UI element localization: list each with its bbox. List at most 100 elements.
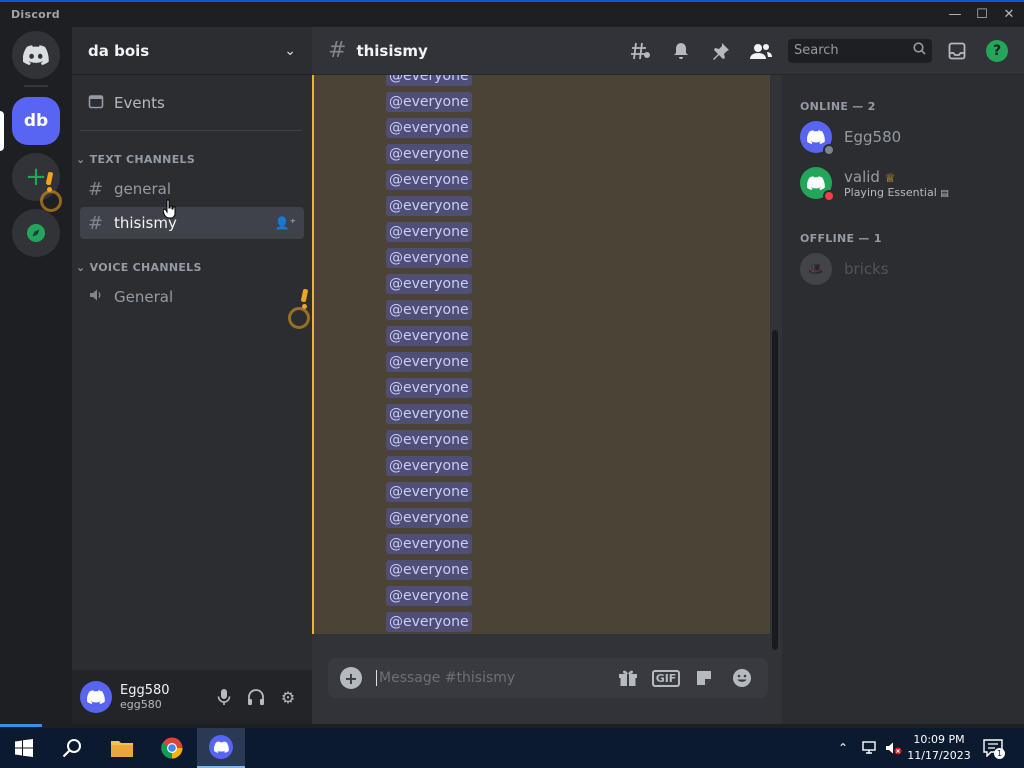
message-list[interactable]: @everyone @everyone @everyone @everyone @eve…	[312, 75, 770, 634]
chrome-button[interactable]	[148, 728, 196, 768]
everyone-mention[interactable]: @everyone	[386, 534, 472, 554]
file-explorer-button[interactable]	[98, 728, 146, 768]
online-header: ONLINE — 2	[800, 100, 876, 113]
add-attachment-icon[interactable]: +	[340, 667, 362, 689]
member-name: bricks	[844, 260, 889, 278]
window-title: Discord	[11, 8, 60, 21]
everyone-mention[interactable]: @everyone	[386, 222, 472, 242]
everyone-mention[interactable]: @everyone	[386, 326, 472, 346]
everyone-mention[interactable]: @everyone	[386, 352, 472, 372]
volume-muted-icon[interactable]	[885, 728, 903, 768]
text-channels-category[interactable]: ⌄ TEXT CHANNELS	[76, 153, 195, 166]
everyone-mention[interactable]: @everyone	[386, 430, 472, 450]
channel-sidebar: da bois ⌄ Events ⌄ TEXT CHANNELS # gener…	[72, 27, 312, 724]
notifications-icon[interactable]: 1	[983, 728, 1005, 768]
user-display-name: Egg580	[120, 683, 170, 698]
chrome-icon	[161, 737, 183, 759]
server-da-bois[interactable]: db	[12, 97, 60, 145]
message-input[interactable]: Message #thisismy	[376, 670, 604, 686]
everyone-mention[interactable]: @everyone	[386, 248, 472, 268]
voice-channel-general[interactable]: General	[80, 281, 304, 313]
member-bricks[interactable]: 🎩 bricks	[800, 249, 1020, 289]
member-egg580[interactable]: Egg580	[800, 117, 1020, 157]
headphones-icon[interactable]	[240, 681, 272, 713]
list-item: @everyone	[386, 169, 472, 190]
channel-general[interactable]: # general	[80, 173, 304, 205]
everyone-mention[interactable]: @everyone	[386, 274, 472, 294]
user-info[interactable]: Egg580 egg580	[120, 683, 208, 711]
avatar	[800, 167, 835, 202]
chat-scrollbar[interactable]	[772, 330, 778, 650]
status-badge	[823, 190, 835, 202]
discord-logo-icon	[23, 45, 49, 65]
everyone-mention[interactable]: @everyone	[386, 508, 472, 528]
hash-icon: #	[328, 38, 347, 63]
everyone-mention[interactable]: @everyone	[386, 378, 472, 398]
tray-chevron-up-icon[interactable]: ⌃	[838, 728, 848, 768]
pin-icon[interactable]	[706, 39, 736, 63]
list-item: @everyone	[386, 221, 472, 242]
member-valid[interactable]: valid ♕ Playing Essential ▤	[800, 163, 1020, 203]
member-list-icon[interactable]	[746, 39, 776, 63]
everyone-mention[interactable]: @everyone	[386, 144, 472, 164]
offline-header: OFFLINE — 1	[800, 232, 882, 245]
list-item: @everyone	[386, 247, 472, 268]
gift-icon[interactable]	[614, 666, 642, 690]
everyone-mention[interactable]: @everyone	[386, 196, 472, 216]
search-input[interactable]: Search	[788, 38, 932, 63]
hash-icon: #	[88, 212, 104, 234]
invite-user-icon[interactable]: 👤⁺	[275, 216, 296, 230]
everyone-mention[interactable]: @everyone	[386, 456, 472, 476]
system-clock[interactable]: 10:09 PM 11/17/2023	[905, 732, 973, 764]
discord-logo-icon	[87, 690, 105, 704]
everyone-mention[interactable]: @everyone	[386, 92, 472, 112]
everyone-mention[interactable]: @everyone	[386, 612, 472, 632]
threads-icon[interactable]	[626, 39, 656, 63]
help-icon[interactable]: ?	[986, 39, 1008, 62]
everyone-mention[interactable]: @everyone	[386, 560, 472, 580]
search-taskbar-button[interactable]	[48, 728, 96, 768]
search-placeholder: Search	[794, 43, 839, 58]
guild-header[interactable]: da bois ⌄	[72, 27, 312, 75]
everyone-mention[interactable]: @everyone	[386, 482, 472, 502]
everyone-mention[interactable]: @everyone	[386, 300, 472, 320]
windows-logo-icon	[15, 739, 33, 757]
emoji-icon[interactable]	[728, 666, 756, 690]
home-button[interactable]	[12, 31, 60, 79]
events-item[interactable]: Events	[80, 87, 304, 119]
maximize-button[interactable]: ☐	[972, 5, 992, 25]
hat-icon: 🎩	[807, 261, 825, 277]
everyone-mention[interactable]: @everyone	[386, 170, 472, 190]
explore-servers-button[interactable]	[12, 209, 60, 257]
gif-button[interactable]: GIF	[651, 666, 681, 690]
gear-icon[interactable]: ⚙	[272, 681, 304, 713]
inbox-icon[interactable]	[942, 39, 972, 63]
everyone-mention[interactable]: @everyone	[386, 586, 472, 606]
network-icon[interactable]	[862, 728, 880, 768]
click-ripple-icon	[288, 307, 310, 329]
minimize-button[interactable]: —	[945, 5, 965, 25]
everyone-mention[interactable]: @everyone	[386, 404, 472, 424]
discord-taskbar-button[interactable]	[197, 728, 245, 768]
list-item: @everyone	[386, 351, 472, 372]
list-item: @everyone	[386, 75, 472, 86]
member-list: ONLINE — 2 Egg580 valid ♕ Playing Essent…	[782, 75, 1024, 724]
member-name: valid	[844, 167, 880, 186]
folder-icon	[111, 741, 133, 757]
everyone-mention[interactable]: @everyone	[386, 118, 472, 138]
channel-header: # thisismy Search ?	[312, 27, 1024, 75]
status-badge	[823, 144, 835, 156]
list-item: @everyone	[386, 559, 472, 580]
sticker-icon[interactable]	[690, 666, 718, 690]
voice-channels-category[interactable]: ⌄ VOICE CHANNELS	[76, 261, 202, 274]
everyone-mention[interactable]: @everyone	[386, 75, 472, 86]
list-item: @everyone	[386, 195, 472, 216]
start-button[interactable]	[0, 728, 48, 768]
list-item: @everyone	[386, 91, 472, 112]
microphone-icon[interactable]	[208, 681, 240, 713]
notification-bell-icon[interactable]	[666, 39, 696, 63]
avatar[interactable]	[80, 681, 112, 713]
channel-thisismy[interactable]: # thisismy 👤⁺	[80, 207, 304, 239]
close-button[interactable]: ✕	[999, 5, 1019, 25]
channel-label: General	[114, 288, 174, 306]
